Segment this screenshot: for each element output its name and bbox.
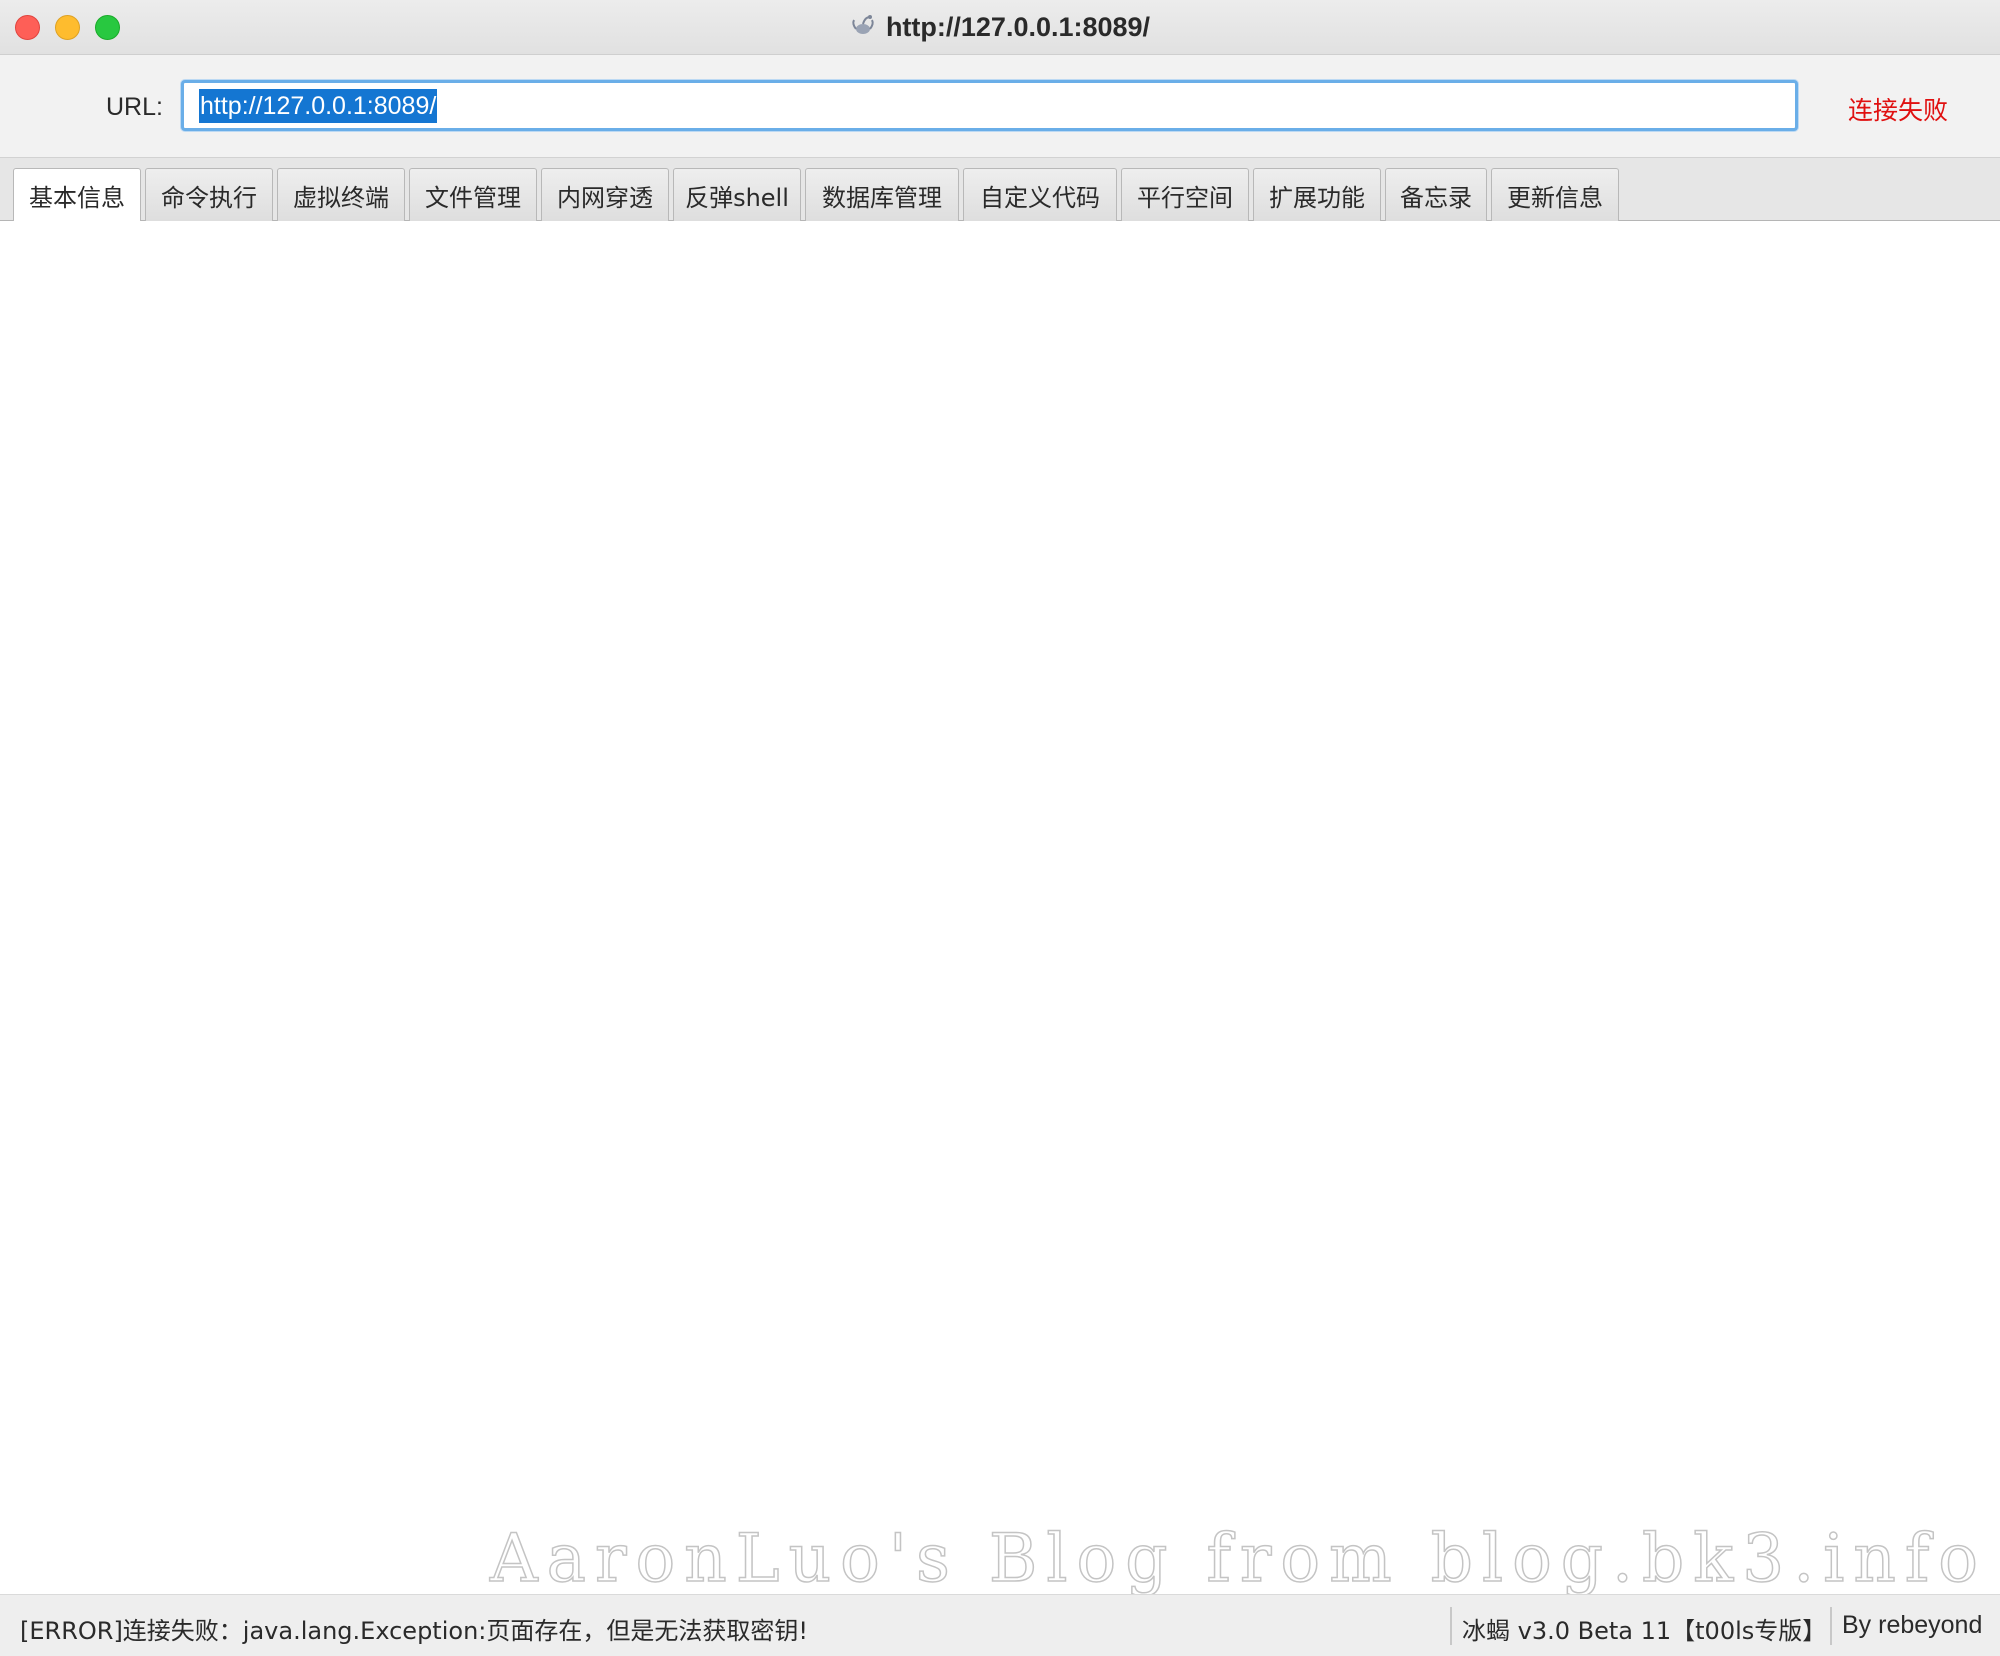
status-bar: [ERROR]连接失败：java.lang.Exception:页面存在，但是无… [0, 1594, 2000, 1656]
tab-basic-info[interactable]: 基本信息 [13, 168, 141, 222]
url-input[interactable]: http://127.0.0.1:8089/ [181, 80, 1798, 131]
tab-intranet-tunnel[interactable]: 内网穿透 [541, 168, 669, 221]
scorpion-icon [852, 15, 874, 34]
url-input-value[interactable]: http://127.0.0.1:8089/ [199, 88, 438, 123]
app-window: http://127.0.0.1:8089/ URL: http://127.0… [0, 0, 2000, 1656]
tab-update-info[interactable]: 更新信息 [1491, 168, 1619, 221]
tab-strip: 基本信息 命令执行 虚拟终端 文件管理 内网穿透 反弹shell 数据库管理 自… [0, 157, 2000, 222]
status-message: [ERROR]连接失败：java.lang.Exception:页面存在，但是无… [20, 1617, 808, 1645]
tab-command-exec[interactable]: 命令执行 [145, 168, 273, 221]
tab-database-manager[interactable]: 数据库管理 [805, 168, 959, 221]
window-title: http://127.0.0.1:8089/ [885, 11, 1151, 42]
connection-status: 连接失败 [1848, 96, 1949, 125]
tab-extensions[interactable]: 扩展功能 [1253, 168, 1381, 221]
tab-custom-code[interactable]: 自定义代码 [963, 168, 1117, 221]
tab-memo[interactable]: 备忘录 [1385, 168, 1487, 221]
status-divider [1450, 1607, 1452, 1645]
url-label: URL: [106, 93, 163, 121]
tab-virtual-terminal[interactable]: 虚拟终端 [277, 168, 405, 221]
author-label: By rebeyond [1842, 1611, 1983, 1639]
watermark-text: AaronLuo's Blog from blog.bk3.info [489, 1519, 1988, 1598]
tab-parallel-space[interactable]: 平行空间 [1121, 168, 1249, 221]
version-label: 冰蝎 v3.0 Beta 11【t00ls专版】 [1462, 1617, 1827, 1645]
url-bar: URL: http://127.0.0.1:8089/ 连接失败 [0, 55, 2000, 157]
tab-reverse-shell[interactable]: 反弹shell [673, 168, 801, 221]
title-bar[interactable]: http://127.0.0.1:8089/ [0, 0, 2000, 55]
tab-file-manager[interactable]: 文件管理 [409, 168, 537, 221]
title-container: http://127.0.0.1:8089/ [0, 0, 2000, 54]
status-divider [1830, 1607, 1832, 1645]
tab-content-panel [0, 221, 2000, 1594]
